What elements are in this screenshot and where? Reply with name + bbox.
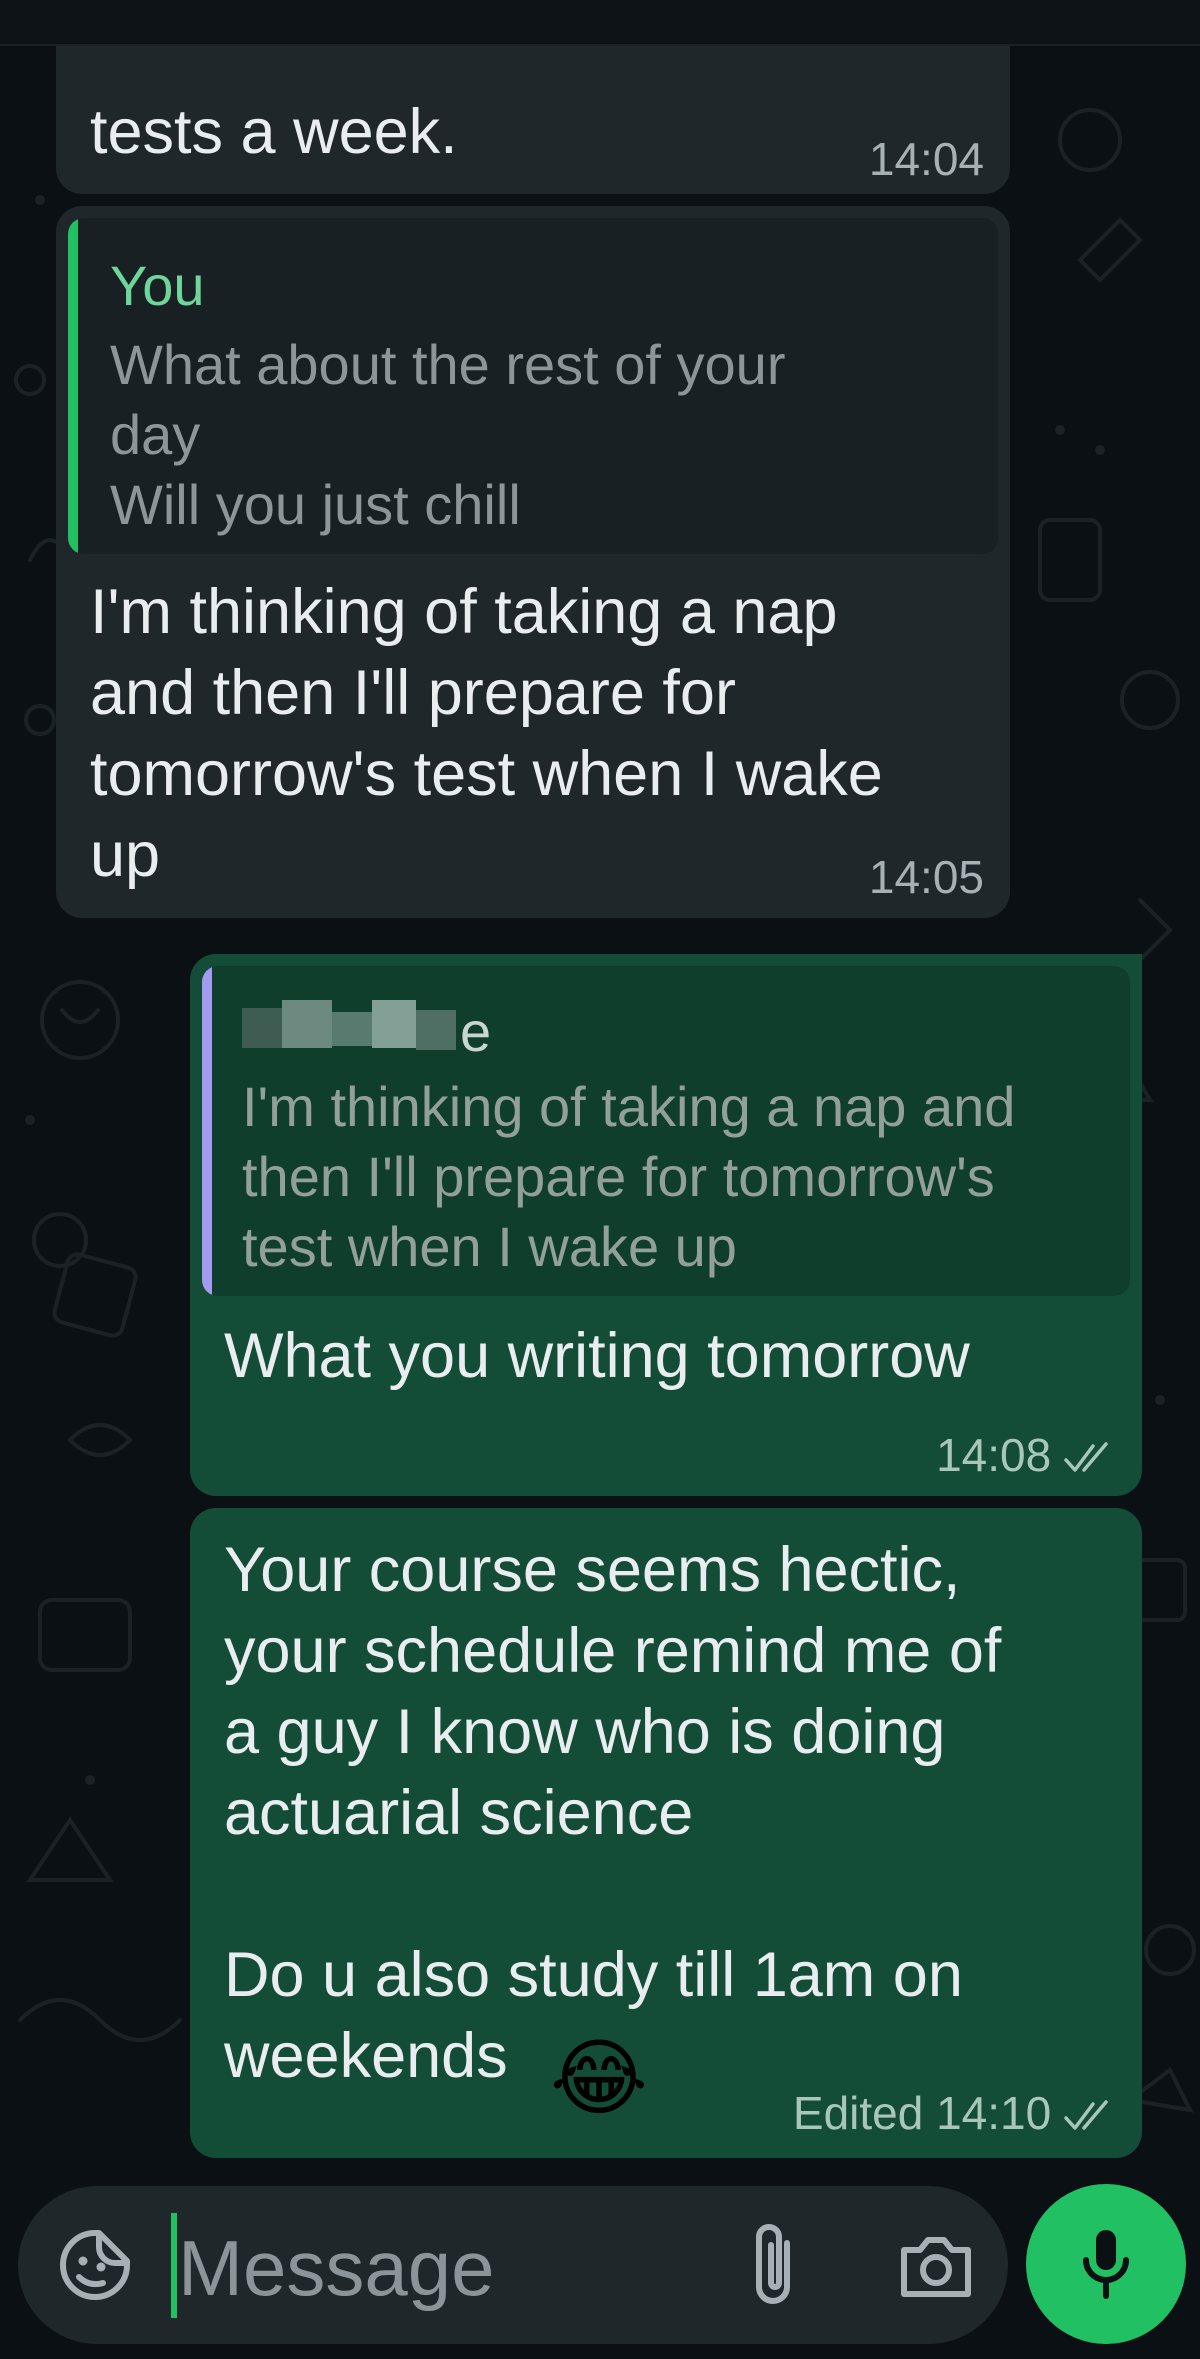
- message-text: What you writing tomorrow: [224, 1321, 970, 1391]
- message-time-text: Edited 14:10: [792, 2087, 1052, 2139]
- sticker-icon[interactable]: [52, 2222, 138, 2308]
- message-composer[interactable]: [18, 2186, 1008, 2344]
- quote-text: I'm thinking of taking a nap and then I'…: [242, 1075, 1016, 1278]
- mic-icon: [1083, 2230, 1129, 2299]
- quote-bar: [68, 218, 78, 554]
- emoji: 😂: [550, 2031, 649, 2125]
- message-text: I'm thinking of taking a nap and then I'…: [90, 577, 883, 890]
- top-bar-overlay: [0, 0, 1200, 46]
- quote-author: You: [110, 254, 205, 317]
- message-text: tests a week.: [90, 97, 458, 167]
- message-time: 14:08: [936, 1430, 1116, 1480]
- message-time: 14:04: [868, 133, 984, 185]
- message-time-text: 14:08: [936, 1429, 1052, 1481]
- text-cursor: [171, 2213, 177, 2318]
- message-time: Edited 14:10: [793, 2088, 1116, 2138]
- attach-icon[interactable]: [730, 2210, 816, 2320]
- message-bubble-outgoing-reply[interactable]: e I'm thinking of taking a nap and then …: [190, 954, 1142, 1496]
- quote-author: e: [460, 1000, 492, 1063]
- quoted-message[interactable]: e I'm thinking of taking a nap and then …: [202, 966, 1130, 1296]
- double-check-icon: [1064, 1442, 1108, 1472]
- mic-button[interactable]: [1026, 2184, 1186, 2344]
- message-text: Your course seems hectic, your schedule …: [224, 1535, 1002, 2091]
- message-time: 14:05: [868, 851, 984, 903]
- double-check-icon: [1064, 2100, 1108, 2130]
- camera-icon[interactable]: [888, 2218, 984, 2314]
- quote-bar: [202, 966, 212, 1296]
- message-bubble-incoming-reply[interactable]: You What about the rest of your day Will…: [56, 206, 1010, 918]
- message-input[interactable]: Message: [178, 2222, 495, 2314]
- quoted-message[interactable]: You What about the rest of your day Will…: [68, 218, 998, 554]
- quote-text: What about the rest of your day Will you…: [110, 333, 786, 536]
- chat-screen: I also do that but I have +/-2 tests a w…: [0, 0, 1200, 2359]
- message-bubble-outgoing[interactable]: Your course seems hectic, your schedule …: [190, 1508, 1142, 2158]
